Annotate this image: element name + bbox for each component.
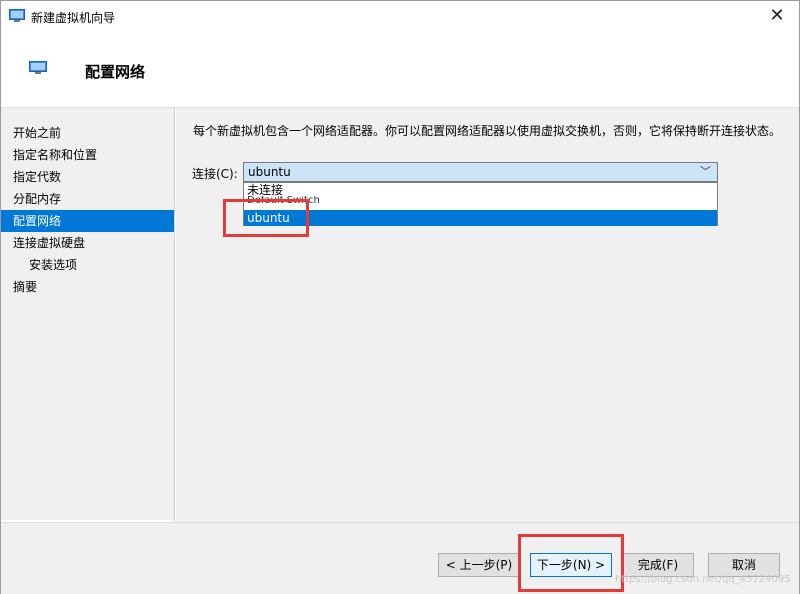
step-installation-options[interactable]: 安装选项 (1, 254, 174, 276)
close-icon[interactable]: ✕ (765, 5, 789, 29)
step-generation[interactable]: 指定代数 (1, 166, 174, 188)
vm-monitor-icon (9, 9, 25, 22)
page-title: 配置网络 (85, 63, 146, 81)
option-ubuntu[interactable]: ubuntu (244, 210, 717, 226)
wizard-window: 新建虚拟机向导 ✕ 配置网络 开始之前 指定名称和位置 指定代数 分配内存 配置… (0, 0, 800, 594)
watermark: https://blog.csdn.net/qq_45724095 (615, 574, 791, 585)
title-bar: 新建虚拟机向导 ✕ (1, 1, 799, 33)
wizard-steps-sidebar: 开始之前 指定名称和位置 指定代数 分配内存 配置网络 连接虚拟硬盘 安装选项 … (1, 108, 174, 520)
step-virtual-hard-disk[interactable]: 连接虚拟硬盘 (1, 232, 174, 254)
step-name-and-location[interactable]: 指定名称和位置 (1, 144, 174, 166)
sidebar-divider (174, 108, 175, 522)
next-button[interactable]: 下一步(N) > (530, 553, 612, 577)
step-before-you-begin[interactable]: 开始之前 (1, 122, 174, 144)
step-memory[interactable]: 分配内存 (1, 188, 174, 210)
option-not-connected[interactable]: 未连接 (244, 183, 717, 197)
network-description: 每个新虚拟机包含一个网络适配器。你可以配置网络适配器以使用虚拟交换机，否则，它将… (193, 124, 782, 138)
window-title: 新建虚拟机向导 (31, 11, 116, 25)
vm-monitor-icon (29, 61, 47, 74)
step-networking[interactable]: 配置网络 (1, 210, 174, 232)
previous-button[interactable]: < 上一步(P) (438, 553, 520, 577)
option-default-switch[interactable]: Default Switch (244, 196, 717, 206)
connection-select-value: ubuntu (248, 165, 291, 179)
connection-select[interactable]: ubuntu ﹀ (243, 162, 718, 182)
content-panel: 每个新虚拟机包含一个网络适配器。你可以配置网络适配器以使用虚拟交换机，否则，它将… (176, 108, 799, 522)
step-summary[interactable]: 摘要 (1, 276, 174, 298)
chevron-down-icon: ﹀ (700, 165, 711, 178)
connection-dropdown-list: 未连接 Default Switch ubuntu (243, 182, 718, 226)
page-header: 配置网络 (1, 33, 799, 108)
connection-label: 连接(C): (192, 167, 238, 181)
